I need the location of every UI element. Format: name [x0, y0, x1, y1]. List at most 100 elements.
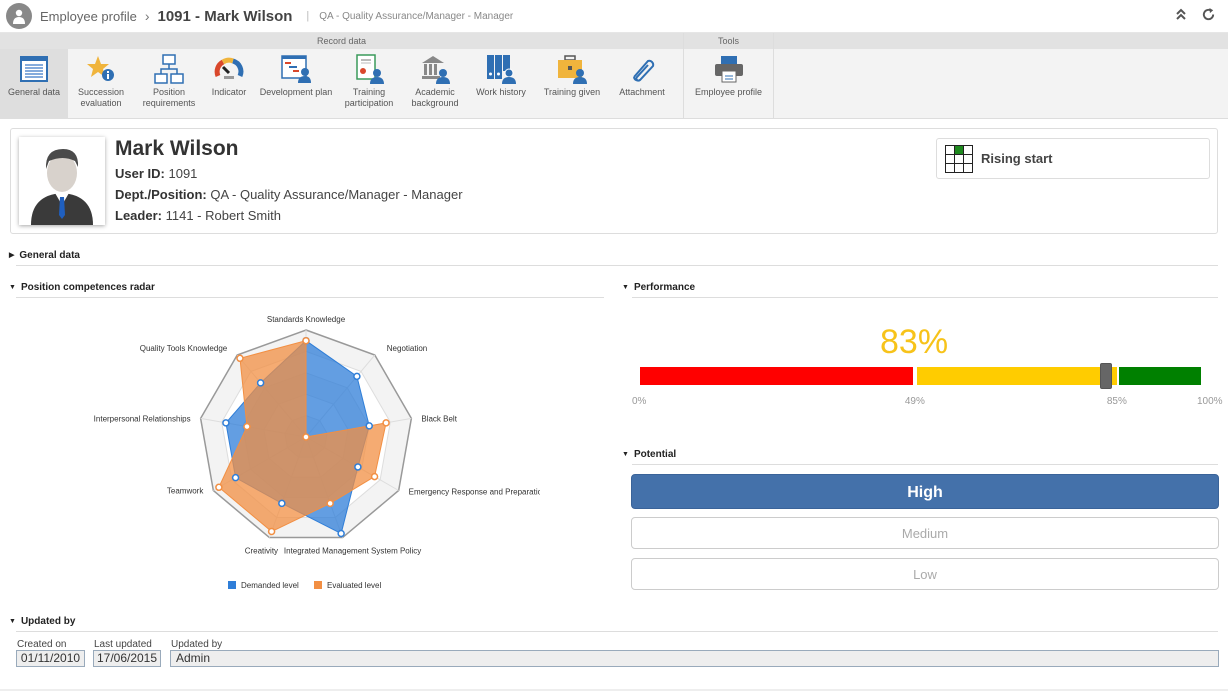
- breadcrumb-root[interactable]: Employee profile: [40, 9, 137, 24]
- created-on-field: 01/11/2010: [16, 650, 85, 667]
- radar-point: [236, 354, 244, 363]
- section-radar[interactable]: ▼ Position competences radar: [9, 282, 155, 293]
- section-title: Position competences radar: [20, 282, 155, 293]
- potential-high-button[interactable]: High: [631, 474, 1219, 509]
- section-updated-by[interactable]: ▼ Updated by: [9, 616, 75, 627]
- radar-point: [354, 463, 362, 471]
- ribbon-training-given[interactable]: Training given: [532, 49, 612, 119]
- ribbon-academic-background[interactable]: Academic background: [400, 49, 470, 119]
- radar-point: [243, 422, 251, 431]
- ribbon-indicator[interactable]: Indicator: [204, 49, 254, 119]
- page-title: 1091 - Mark Wilson: [157, 7, 293, 25]
- section-general-data[interactable]: ▶ General data: [9, 250, 80, 261]
- performance-segment: [1118, 367, 1201, 385]
- double-chevron-up-icon[interactable]: [1175, 7, 1187, 26]
- performance-segment: [640, 367, 913, 385]
- window-list-icon: [18, 53, 50, 85]
- section-title: General data: [19, 250, 80, 261]
- gauge-icon: [213, 53, 245, 85]
- radar-point: [337, 529, 345, 538]
- nine-box-label: Rising start: [981, 151, 1053, 166]
- ribbon-item-label: Employee profile: [694, 87, 763, 97]
- radar-chart: Standards Knowledge Negotiation Black Belt…: [80, 298, 547, 598]
- star-info-icon: [85, 53, 117, 85]
- radar-axis-label: Creativity: [245, 547, 278, 556]
- section-title: Performance: [633, 282, 696, 293]
- employee-name: Mark Wilson: [115, 137, 239, 160]
- profile-card: Mark Wilson User ID: 1091 Dept./Position…: [10, 128, 1218, 234]
- updated-by-field: Admin: [170, 650, 1219, 667]
- last-updated-label: Last updated: [94, 639, 152, 650]
- user-id-line: User ID: 1091: [115, 166, 197, 181]
- divider: [632, 297, 1218, 298]
- ribbon-general-data[interactable]: General data: [0, 49, 68, 119]
- ribbon-succession-evaluation[interactable]: Succession evaluation: [68, 49, 134, 119]
- radar-svg: Standards Knowledge Negotiation Black Belt…: [94, 315, 547, 590]
- radar-axis-label: Teamwork: [167, 487, 204, 496]
- leader-line: Leader: 1141 - Robert Smith: [115, 208, 281, 223]
- caret-down-icon: ▼: [9, 618, 16, 625]
- ribbon-training-participation[interactable]: Training participation: [338, 49, 400, 119]
- dept-line: Dept./Position: QA - Quality Assurance/M…: [115, 187, 463, 202]
- legend-swatch-demanded: [228, 581, 236, 589]
- org-chart-icon: [153, 53, 185, 85]
- performance-tick-label: 100%: [1197, 396, 1223, 407]
- performance-marker: [1099, 363, 1112, 389]
- ribbon-employee-profile-print[interactable]: Employee profile: [684, 49, 773, 119]
- section-potential[interactable]: ▼ Potential: [622, 449, 676, 460]
- caret-right-icon: ▶: [9, 252, 15, 259]
- ribbon-item-label: Position requirements: [142, 87, 196, 108]
- ribbon-item-label: Academic background: [411, 87, 459, 108]
- ribbon-group-title: Record data: [0, 33, 683, 49]
- ribbon-group-record-data: Record data General data Succession eval…: [0, 33, 684, 119]
- ribbon-development-plan[interactable]: Development plan: [254, 49, 338, 119]
- performance-value: 83%: [880, 323, 949, 361]
- radar-axis-label: Emergency Response and Preparation: [409, 488, 540, 497]
- potential-medium-button[interactable]: Medium: [631, 517, 1219, 549]
- radar-point: [365, 422, 373, 430]
- paperclip-icon: [626, 53, 658, 85]
- radar-axis-label: Quality Tools Knowledge: [140, 344, 228, 353]
- radar-point: [278, 499, 286, 508]
- page-subtitle: QA - Quality Assurance/Manager - Manager: [319, 10, 514, 22]
- radar-point: [256, 379, 265, 387]
- radar-axis-label: Integrated Management System Policy: [284, 547, 421, 556]
- ribbon-toolbar: Record data General data Succession eval…: [0, 33, 1228, 119]
- legend-swatch-evaluated: [314, 581, 322, 589]
- ribbon-position-requirements[interactable]: Position requirements: [134, 49, 204, 119]
- ribbon-item-label: Indicator: [211, 87, 247, 97]
- radar-point: [353, 372, 361, 381]
- user-id-value: 1091: [168, 166, 198, 181]
- certificate-user-icon: [353, 53, 385, 85]
- binders-user-icon: [485, 53, 517, 85]
- caret-down-icon: ▼: [622, 284, 629, 291]
- ribbon-work-history[interactable]: Work history: [470, 49, 532, 119]
- radar-axis-label: Interpersonal Relationships: [94, 414, 191, 423]
- ribbon-item-label: Development plan: [259, 87, 333, 97]
- ribbon-item-label: Succession evaluation: [77, 87, 125, 108]
- legend-label: Evaluated level: [327, 581, 381, 590]
- performance-segment: [916, 367, 1117, 385]
- caret-down-icon: ▼: [9, 284, 16, 291]
- ribbon-item-label: Training participation: [344, 87, 394, 108]
- radar-point: [302, 336, 310, 345]
- potential-low-button[interactable]: Low: [631, 558, 1219, 590]
- divider: [16, 265, 1218, 266]
- ribbon-item-label: Training given: [543, 87, 601, 97]
- ribbon-group-tools: Tools Employee profile: [684, 33, 774, 119]
- leader-label: Leader:: [115, 208, 162, 223]
- ribbon-item-label: Attachment: [619, 87, 665, 97]
- ribbon-attachment[interactable]: Attachment: [612, 49, 672, 119]
- radar-point: [215, 483, 223, 492]
- user-id-label: User ID:: [115, 166, 165, 181]
- section-performance[interactable]: ▼ Performance: [622, 282, 695, 293]
- refresh-icon[interactable]: [1201, 7, 1216, 26]
- radar-point: [382, 419, 390, 427]
- leader-value: 1141 - Robert Smith: [165, 208, 281, 223]
- printer-icon: [713, 53, 745, 85]
- performance-tick-label: 49%: [904, 396, 925, 407]
- nine-box-badge[interactable]: Rising start: [936, 138, 1210, 179]
- radar-point: [267, 527, 276, 536]
- section-title: Updated by: [20, 616, 76, 627]
- briefcase-user-icon: [556, 53, 588, 85]
